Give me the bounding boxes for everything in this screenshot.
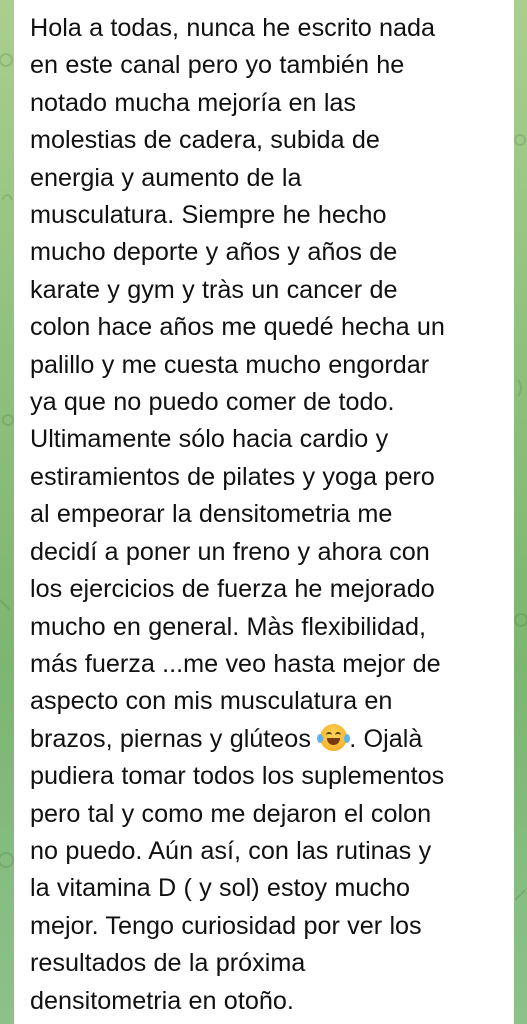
message-line: los ejercicios de fuerza he mejorado [30, 575, 435, 604]
message-line: no puedo. Aún así, con las rutinas y [30, 836, 432, 865]
message-line-with-emoji: brazos, piernas y glúteos . Ojalà [30, 721, 498, 758]
message-line-fragment: . Ojalà [349, 724, 423, 753]
message-line: notado mucha mejoría en las [30, 88, 357, 117]
message-line: colon hace años me quedé hecha un [30, 313, 445, 342]
message-line: Hola a todas, nunca he escrito nada [30, 14, 436, 42]
message-line: palillo y me cuesta mucho engordar [30, 350, 430, 379]
message-line: decidí a poner un freno y ahora con [30, 537, 430, 566]
message-line: al empeorar la densitometria me [30, 500, 393, 529]
message-line: en este canal pero yo también he [30, 51, 405, 80]
message-line: mucho deporte y años y años de [30, 238, 398, 267]
message-line: pero tal y como me dejaron el colon [30, 799, 432, 828]
message-line: Ultimamente sólo hacia cardio y [30, 425, 389, 454]
message-line: mejor. Tengo curiosidad por ver los [30, 911, 422, 940]
message-line: resultados de la próxima [30, 949, 306, 978]
message-line: molestias de cadera, subida de [30, 126, 380, 155]
face-with-tears-of-joy-icon [317, 723, 351, 751]
message-line: ya que no puedo comer de todo. [30, 388, 395, 417]
message-line-fragment: brazos, piernas y glúteos [30, 724, 311, 753]
message-line: aspecto con mis musculatura en [30, 687, 393, 716]
message-line: estiramientos de pilates y yoga pero [30, 462, 435, 491]
message-line: energia y aumento de la [30, 163, 302, 192]
message-line: mucho en general. Màs flexibilidad, [30, 612, 427, 641]
message-line: pudiera tomar todos los suplementos [30, 762, 445, 791]
message-text: Hola a todas, nunca he escrito nada en e… [30, 10, 498, 1020]
message-bubble[interactable]: Hola a todas, nunca he escrito nada en e… [14, 0, 514, 1024]
message-line: más fuerza ...me veo hasta mejor de [30, 649, 441, 678]
message-line: musculatura. Siempre he hecho [30, 201, 387, 230]
message-line: densitometria en otoño. [30, 986, 294, 1015]
message-line: la vitamina D ( y sol) estoy mucho [30, 874, 411, 903]
message-line: karate y gym y tràs un cancer de [30, 275, 398, 304]
